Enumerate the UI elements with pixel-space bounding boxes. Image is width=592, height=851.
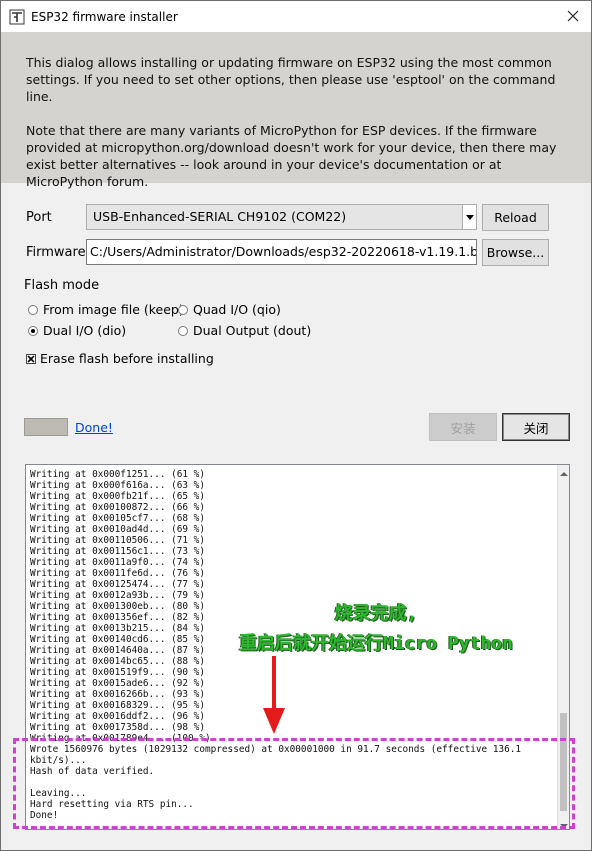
log-line: Writing at 0x001156c1... (73 %) [30,546,205,557]
install-button[interactable]: 安装 [429,413,497,441]
info-paragraph: Note that there are many variants of Mic… [26,123,557,189]
log-line: Writing at 0x0016ddf2... (96 %) [30,711,205,722]
log-line: Writing at 0x0011a9f0... (74 %) [30,557,205,568]
app-icon [9,9,25,25]
log-line: Writing at 0x00110506... (71 %) [30,535,205,546]
window-title: ESP32 firmware installer [31,9,178,24]
radio-label: Quad I/O (qio) [193,302,281,317]
radio-label: From image file (keep) [43,302,184,317]
radio-dout[interactable]: Dual Output (dout) [178,323,311,338]
radio-label: Dual Output (dout) [193,323,312,338]
annotation-caption: 烧录完成, 重启后就开始运行Micro Python [201,599,551,659]
radio-dot [28,304,38,315]
checkbox-icon [26,353,36,364]
close-icon[interactable] [565,8,581,24]
highlight-box [13,738,575,829]
erase-flash-checkbox[interactable]: Erase flash before installing [26,351,214,366]
info-paragraph: This dialog allows installing or updatin… [26,55,556,104]
annotation-line: 重启后就开始运行Micro Python [238,633,514,654]
log-line: Writing at 0x001519f9... (90 %) [30,667,205,678]
log-line: Writing at 0x0017358d... (98 %) [30,722,205,733]
log-line: Writing at 0x0011fe6d... (76 %) [30,568,205,579]
done-link[interactable]: Done! [75,420,113,435]
close-button[interactable]: 关闭 [502,413,570,441]
port-select[interactable]: USB-Enhanced-SERIAL CH9102 (COM22) [86,204,477,230]
log-line: Writing at 0x000fb21f... (65 %) [30,491,205,502]
flash-mode-label: Flash mode [24,278,100,293]
radio-dot [178,304,188,315]
radio-qio[interactable]: Quad I/O (qio) [178,302,281,317]
port-label: Port [26,210,52,225]
port-value: USB-Enhanced-SERIAL CH9102 (COM22) [93,209,347,224]
radio-dot-selected [28,325,38,336]
installer-window: ESP32 firmware installer This dialog all… [0,0,592,851]
progress-indicator [24,418,68,436]
firmware-path-field[interactable]: C:/Users/Administrator/Downloads/esp32-2… [86,239,477,265]
reload-button[interactable]: Reload [482,204,549,231]
log-line: Writing at 0x0016266b... (93 %) [30,689,205,700]
annotation-line: 烧录完成, [334,603,418,624]
log-line: Writing at 0x0015ade6... (92 %) [30,678,205,689]
browse-button[interactable]: Browse... [482,239,549,266]
title-bar: ESP32 firmware installer [1,1,591,32]
info-panel: This dialog allows installing or updatin… [1,32,591,189]
log-line: Writing at 0x000f616a... (63 %) [30,480,205,491]
radio-dot [178,325,188,336]
log-line: Writing at 0x00100872... (66 %) [30,502,205,513]
log-line: Writing at 0x00125474... (77 %) [30,579,205,590]
radio-label: Dual I/O (dio) [43,323,127,338]
scroll-up-icon[interactable] [560,467,568,476]
dropdown-arrow-icon[interactable] [462,205,476,229]
radio-keep[interactable]: From image file (keep) [28,302,184,317]
log-line: Writing at 0x00105cf7... (68 %) [30,513,205,524]
firmware-label: Firmware [26,245,86,260]
radio-dio[interactable]: Dual I/O (dio) [28,323,126,338]
log-line: Writing at 0x000f1251... (61 %) [30,469,205,480]
checkbox-label: Erase flash before installing [40,351,214,366]
annotation-arrow-icon [263,656,285,734]
log-line: Writing at 0x00168329... (95 %) [30,700,205,711]
log-line: Writing at 0x0010ad4d... (69 %) [30,524,205,535]
